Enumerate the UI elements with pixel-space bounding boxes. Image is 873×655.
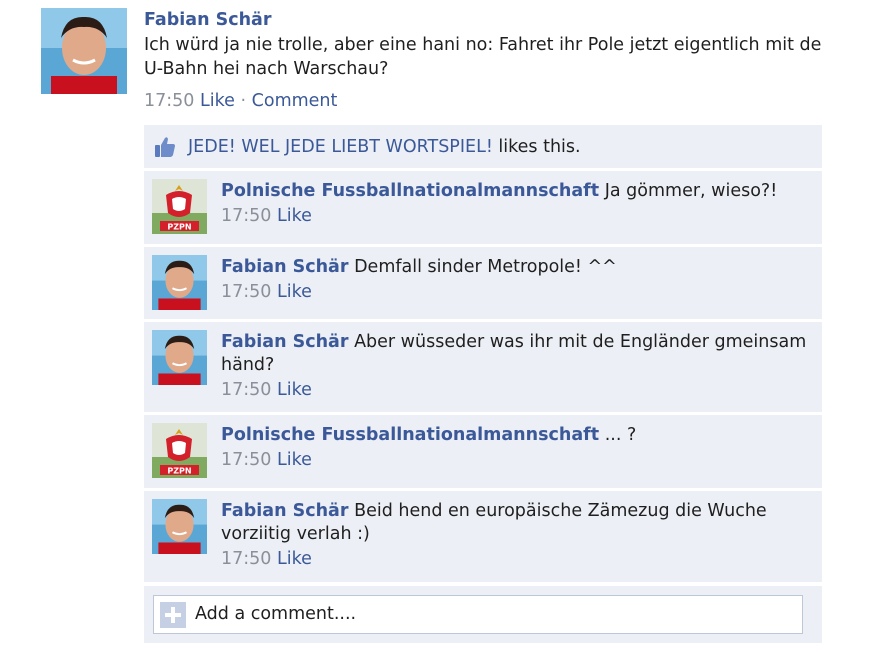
comment-item: PZPN Polnische Fussballnationalmannschaf…	[144, 415, 822, 488]
comment-body: Fabian Schär Demfall sinder Metropole! ^…	[221, 256, 811, 304]
user-photo-icon	[152, 499, 207, 554]
comment-body: Polnische Fussballnationalmannschaft Ja …	[221, 180, 811, 228]
comment-timestamp[interactable]: 17:50	[221, 549, 271, 569]
comment-item: Fabian Schär Aber wüsseder was ihr mit d…	[144, 322, 822, 412]
post-text: Ich würd ja nie trolle, aber eine hani n…	[144, 35, 822, 79]
comment-meta: 17:50 Like	[221, 449, 811, 472]
comment-meta: 17:50 Like	[221, 281, 811, 304]
post-comment-link[interactable]: Comment	[252, 91, 338, 111]
comment-like-link[interactable]: Like	[277, 282, 312, 302]
liker-name-link[interactable]: JEDE! WEL JEDE LIEBT WORTSPIEL!	[188, 137, 493, 157]
post-author-name[interactable]: Fabian Schär	[144, 10, 272, 30]
post-meta: 17:50 Like · Comment	[144, 91, 337, 111]
comment-body: Fabian Schär Aber wüsseder was ihr mit d…	[221, 331, 811, 402]
post-author-avatar[interactable]	[41, 8, 127, 94]
likes-suffix: likes this.	[492, 137, 581, 157]
comment-text: Demfall sinder Metropole! ^^	[354, 257, 617, 277]
comment-timestamp[interactable]: 17:50	[221, 282, 271, 302]
comment-author-avatar[interactable]: PZPN	[152, 179, 207, 234]
comment-author-name[interactable]: Fabian Schär	[221, 501, 349, 521]
comment-like-link[interactable]: Like	[277, 206, 312, 226]
likes-text: JEDE! WEL JEDE LIEBT WORTSPIEL! likes th…	[188, 137, 581, 157]
pzpn-logo-icon: PZPN	[152, 423, 207, 478]
comment-meta: 17:50 Like	[221, 548, 811, 571]
comment-like-link[interactable]: Like	[277, 450, 312, 470]
comment-item: Fabian Schär Demfall sinder Metropole! ^…	[144, 247, 822, 319]
comment-author-avatar[interactable]: PZPN	[152, 423, 207, 478]
likes-summary: JEDE! WEL JEDE LIEBT WORTSPIEL! likes th…	[144, 125, 822, 168]
comment-like-link[interactable]: Like	[277, 549, 312, 569]
svg-text:PZPN: PZPN	[167, 223, 191, 232]
post-like-link[interactable]: Like	[200, 91, 235, 111]
comment-text: ... ?	[604, 425, 637, 445]
comment-body: Fabian Schär Beid hend en europäische Zä…	[221, 500, 811, 571]
add-comment-input[interactable]: Add a comment....	[153, 595, 803, 634]
comment-author-avatar[interactable]	[152, 499, 207, 554]
comment-meta: 17:50 Like	[221, 205, 811, 228]
comment-text: Ja gömmer, wieso?!	[604, 181, 778, 201]
comment-item: Fabian Schär Beid hend en europäische Zä…	[144, 491, 822, 582]
comment-item: PZPN Polnische Fussballnationalmannschaf…	[144, 171, 822, 244]
user-photo-icon	[41, 8, 127, 94]
comment-like-link[interactable]: Like	[277, 380, 312, 400]
add-comment-placeholder: Add a comment....	[195, 604, 357, 624]
comment-meta: 17:50 Like	[221, 379, 811, 402]
comment-author-name[interactable]: Polnische Fussballnationalmannschaft	[221, 181, 599, 201]
comment-author-avatar[interactable]	[152, 330, 207, 385]
comment-timestamp[interactable]: 17:50	[221, 206, 271, 226]
user-photo-icon	[152, 330, 207, 385]
comment-timestamp[interactable]: 17:50	[221, 450, 271, 470]
comment-author-name[interactable]: Polnische Fussballnationalmannschaft	[221, 425, 599, 445]
pzpn-logo-icon: PZPN	[152, 179, 207, 234]
comment-body: Polnische Fussballnationalmannschaft ...…	[221, 424, 811, 472]
comment-author-avatar[interactable]	[152, 255, 207, 310]
svg-text:PZPN: PZPN	[167, 467, 191, 476]
plus-icon	[160, 602, 186, 628]
thumbs-up-icon	[153, 135, 177, 159]
comment-timestamp[interactable]: 17:50	[221, 380, 271, 400]
comment-author-name[interactable]: Fabian Schär	[221, 332, 349, 352]
meta-separator: ·	[240, 91, 247, 111]
user-photo-icon	[152, 255, 207, 310]
comment-author-name[interactable]: Fabian Schär	[221, 257, 349, 277]
add-comment-row: Add a comment....	[144, 586, 822, 643]
post-timestamp[interactable]: 17:50	[144, 91, 194, 111]
